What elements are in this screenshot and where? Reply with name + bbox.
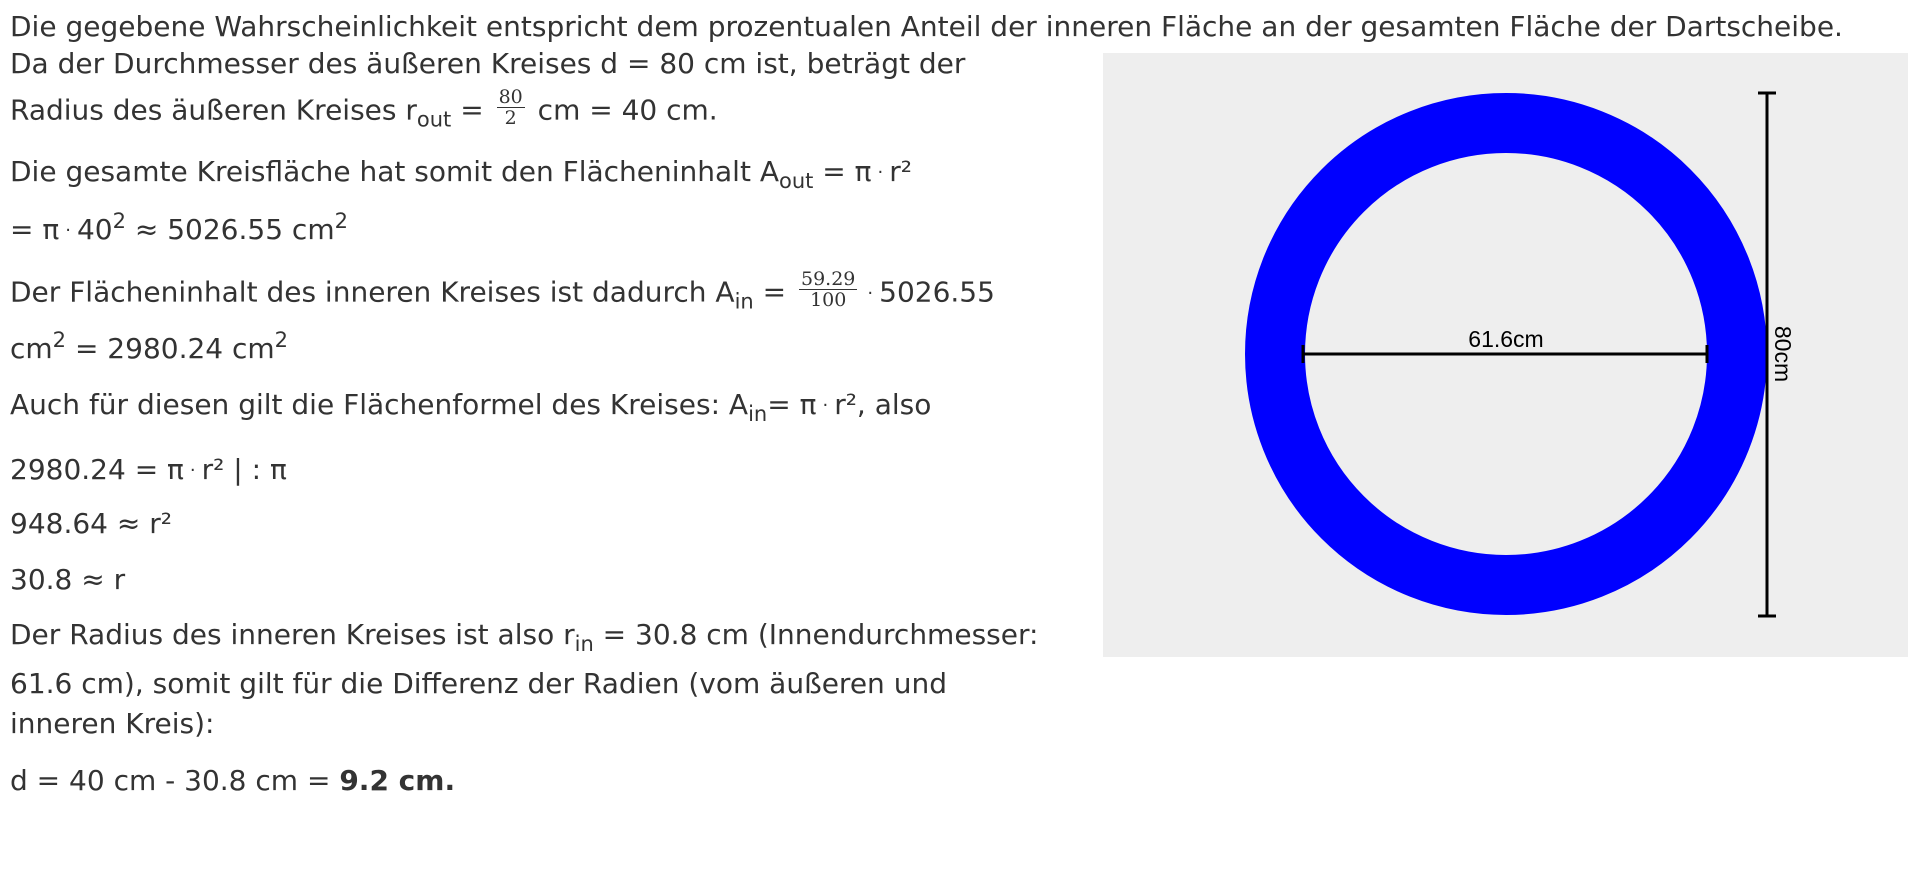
text-segment: Radius des äußeren Kreises r [10, 93, 417, 127]
text-line-diameter: Da der Durchmesser des äußeren Kreises d… [10, 47, 966, 80]
fraction: 80 2 [496, 86, 525, 129]
result-value: 9.2 cm. [339, 764, 456, 797]
text-line-intro: Die gegebene Wahrscheinlichkeit entspric… [10, 10, 1843, 43]
fraction-denominator: 100 [810, 289, 847, 311]
text-line-radius-outer: Radius des äußeren Kreises rout = 80 2 cm… [10, 87, 718, 132]
text-segment: = π [767, 388, 817, 421]
text-segment: ≈ 5026.55 cm [125, 213, 335, 246]
text-line-area-formula: Auch für diesen gilt die Flächenformel d… [10, 388, 931, 426]
superscript: 2 [334, 209, 348, 233]
subscript: in [748, 402, 768, 426]
inner-diameter-label: 61.6cm [1468, 326, 1543, 352]
dartboard-figure: 61.6cm 80cm [1103, 53, 1908, 657]
text-line-equation: 2980.24 = π · r² | : π [10, 453, 287, 491]
text-line-outer-area: Die gesamte Kreisfläche hat somit den Fl… [10, 155, 912, 193]
text-line-difference-cont: inneren Kreis): [10, 707, 215, 740]
text-segment: r², also [834, 388, 932, 421]
text-line-result: d = 40 cm - 30.8 cm = 9.2 cm. [10, 764, 455, 798]
text-segment: = π [813, 155, 872, 188]
fraction: 59.29 100 [799, 268, 858, 311]
text-segment: = 2980.24 cm [66, 332, 275, 365]
text-segment: 5026.55 [879, 275, 995, 309]
multiplication-dot: · [189, 460, 196, 481]
text-segment: 2980.24 = π [10, 453, 184, 486]
outer-diameter-label: 80cm [1770, 326, 1796, 382]
text-line-inner-area: Der Flächeninhalt des inneren Kreises is… [10, 269, 995, 314]
subscript: in [734, 289, 754, 314]
text-line-r: 30.8 ≈ r [10, 563, 126, 596]
text-segment: = [451, 93, 484, 127]
superscript: 2 [112, 209, 126, 233]
multiplication-dot: · [877, 162, 884, 183]
text-segment: r² [889, 155, 913, 188]
text-segment: = 30.8 cm (Innendurchmesser: [593, 618, 1039, 651]
multiplication-dot: · [867, 282, 874, 304]
text-segment: r² | : π [201, 453, 287, 486]
text-line-inner-radius: Der Radius des inneren Kreises ist also … [10, 618, 1039, 655]
fraction-numerator: 80 [496, 86, 525, 108]
text-segment: = π [10, 213, 60, 246]
subscript: out [416, 107, 452, 132]
text-segment: Der Flächeninhalt des inneren Kreises is… [10, 275, 735, 309]
multiplication-dot: · [65, 220, 71, 241]
superscript: 2 [52, 328, 67, 352]
text-segment: 40 [76, 213, 113, 246]
text-segment: Der Radius des inneren Kreises ist also … [10, 618, 575, 651]
subscript: out [779, 169, 814, 193]
fraction-denominator: 2 [504, 107, 517, 129]
subscript: in [574, 632, 594, 656]
fraction-numerator: 59.29 [799, 268, 858, 290]
text-line-difference: 61.6 cm), somit gilt für die Differenz d… [10, 667, 947, 700]
dartboard-diagram: 61.6cm 80cm [1245, 91, 1796, 618]
text-segment: cm = 40 cm. [537, 93, 718, 127]
text-segment: Die gesamte Kreisfläche hat somit den Fl… [10, 155, 779, 188]
text-line-inner-area-value: cm2 = 2980.24 cm2 [10, 330, 288, 366]
superscript: 2 [274, 328, 289, 352]
text-segment: cm [10, 332, 53, 365]
multiplication-dot: · [822, 395, 829, 416]
text-line-r-squared: 948.64 ≈ r² [10, 507, 172, 540]
text-segment: = [753, 275, 787, 309]
text-segment: Auch für diesen gilt die Flächenformel d… [10, 388, 749, 421]
text-segment: d = 40 cm - 30.8 cm = [10, 764, 340, 797]
text-line-outer-area-value: = π · 402 ≈ 5026.55 cm2 [10, 211, 348, 251]
